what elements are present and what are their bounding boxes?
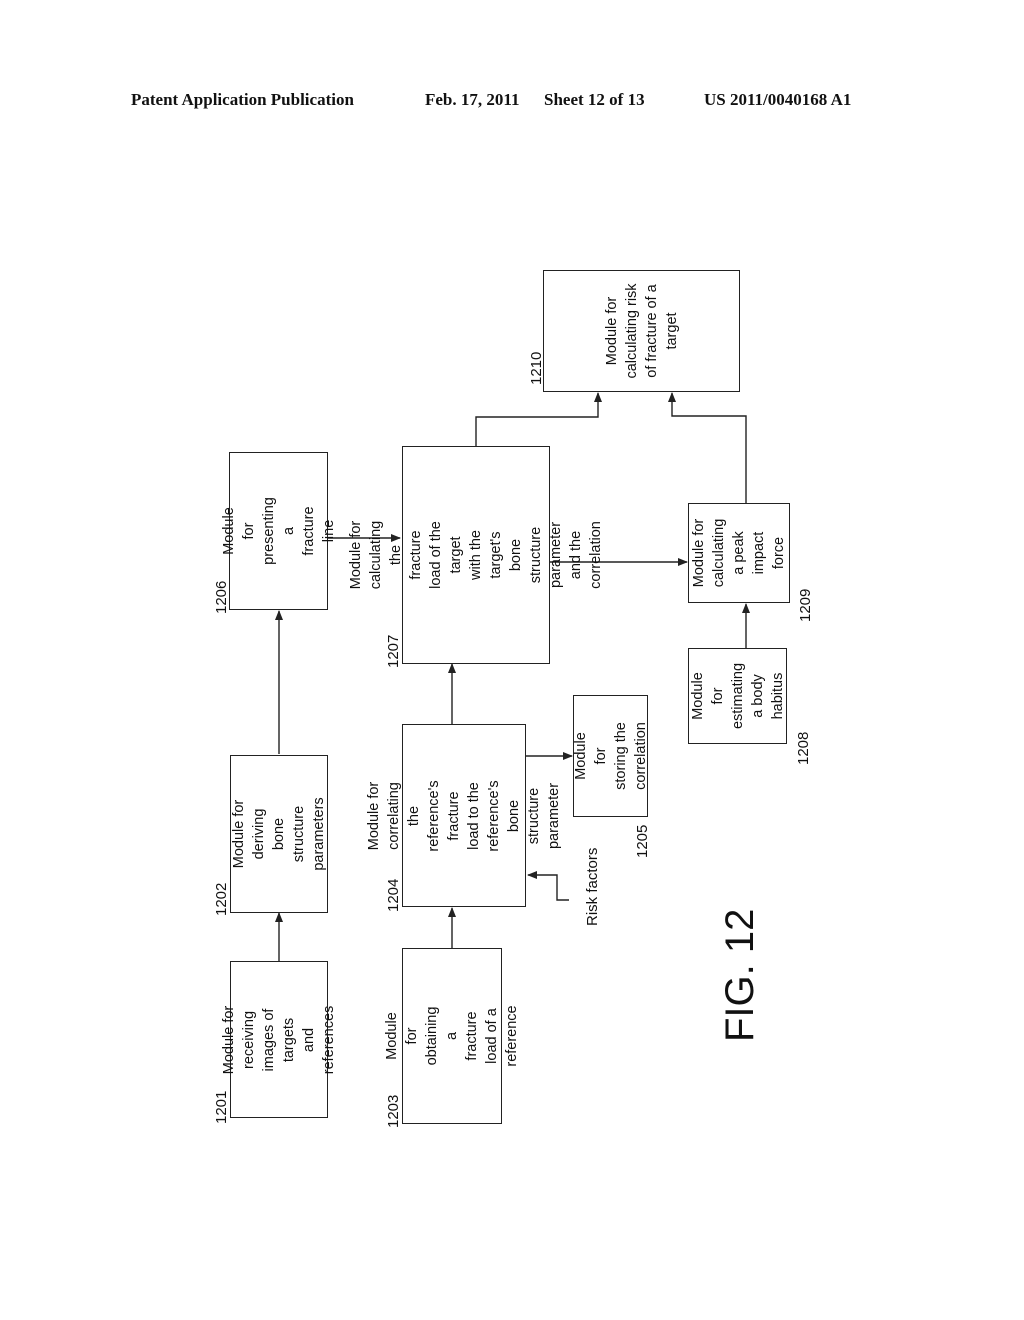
- module-1207-text: Module for calculating the fracture load…: [348, 520, 604, 590]
- module-1208-box: Module for estimating a body habitus: [688, 648, 787, 744]
- ref-1206: 1206: [213, 580, 230, 614]
- module-1203-box: Module for obtaining a fracture load of …: [384, 948, 520, 1124]
- module-1201-text: Module for receiving images of targets a…: [221, 1005, 337, 1074]
- arrow-1209-1210: [668, 392, 747, 503]
- arrow-1207-1210: [475, 392, 602, 448]
- ref-1201: 1201: [213, 1090, 230, 1124]
- module-1202-text: Module for deriving bone structure param…: [231, 797, 327, 871]
- module-1204-box: Module for correlating the reference's f…: [366, 724, 562, 907]
- ref-1208: 1208: [795, 731, 812, 765]
- ref-1204: 1204: [385, 878, 402, 912]
- module-1201-box: Module for receiving images of targets a…: [221, 961, 337, 1118]
- module-1206-box: Module for presenting a fracture line: [221, 452, 337, 610]
- module-1210-box: Module for calculating risk of fracture …: [543, 270, 740, 392]
- ref-1207: 1207: [385, 634, 402, 668]
- module-1210-text: Module for calculating risk of fracture …: [603, 283, 680, 379]
- module-1205-box: Module for storing the correlation: [572, 695, 649, 817]
- module-1206-text: Module for presenting a fracture line: [220, 497, 337, 565]
- module-1202-box: Module for deriving bone structure param…: [230, 755, 328, 913]
- module-1209-text: Module for calculating a peak impact for…: [691, 518, 787, 588]
- risk-factors-label: Risk factors: [584, 847, 601, 926]
- arrow-riskfactors-1204: [527, 871, 569, 901]
- module-1209-box: Module for calculating a peak impact for…: [688, 503, 790, 603]
- ref-1209: 1209: [797, 588, 814, 622]
- module-1208-text: Module for estimating a body habitus: [689, 662, 786, 730]
- ref-1202: 1202: [213, 882, 230, 916]
- module-1207-box: Module for calculating the fracture load…: [348, 446, 604, 664]
- figure-label: FIG. 12: [718, 908, 762, 1042]
- module-1205-text: Module for storing the correlation: [572, 722, 649, 790]
- ref-1203: 1203: [385, 1094, 402, 1128]
- ref-1210: 1210: [528, 351, 545, 385]
- module-1203-text: Module for obtaining a fracture load of …: [384, 1005, 520, 1067]
- ref-1205: 1205: [634, 824, 651, 858]
- module-1204-text: Module for correlating the reference's f…: [366, 779, 562, 852]
